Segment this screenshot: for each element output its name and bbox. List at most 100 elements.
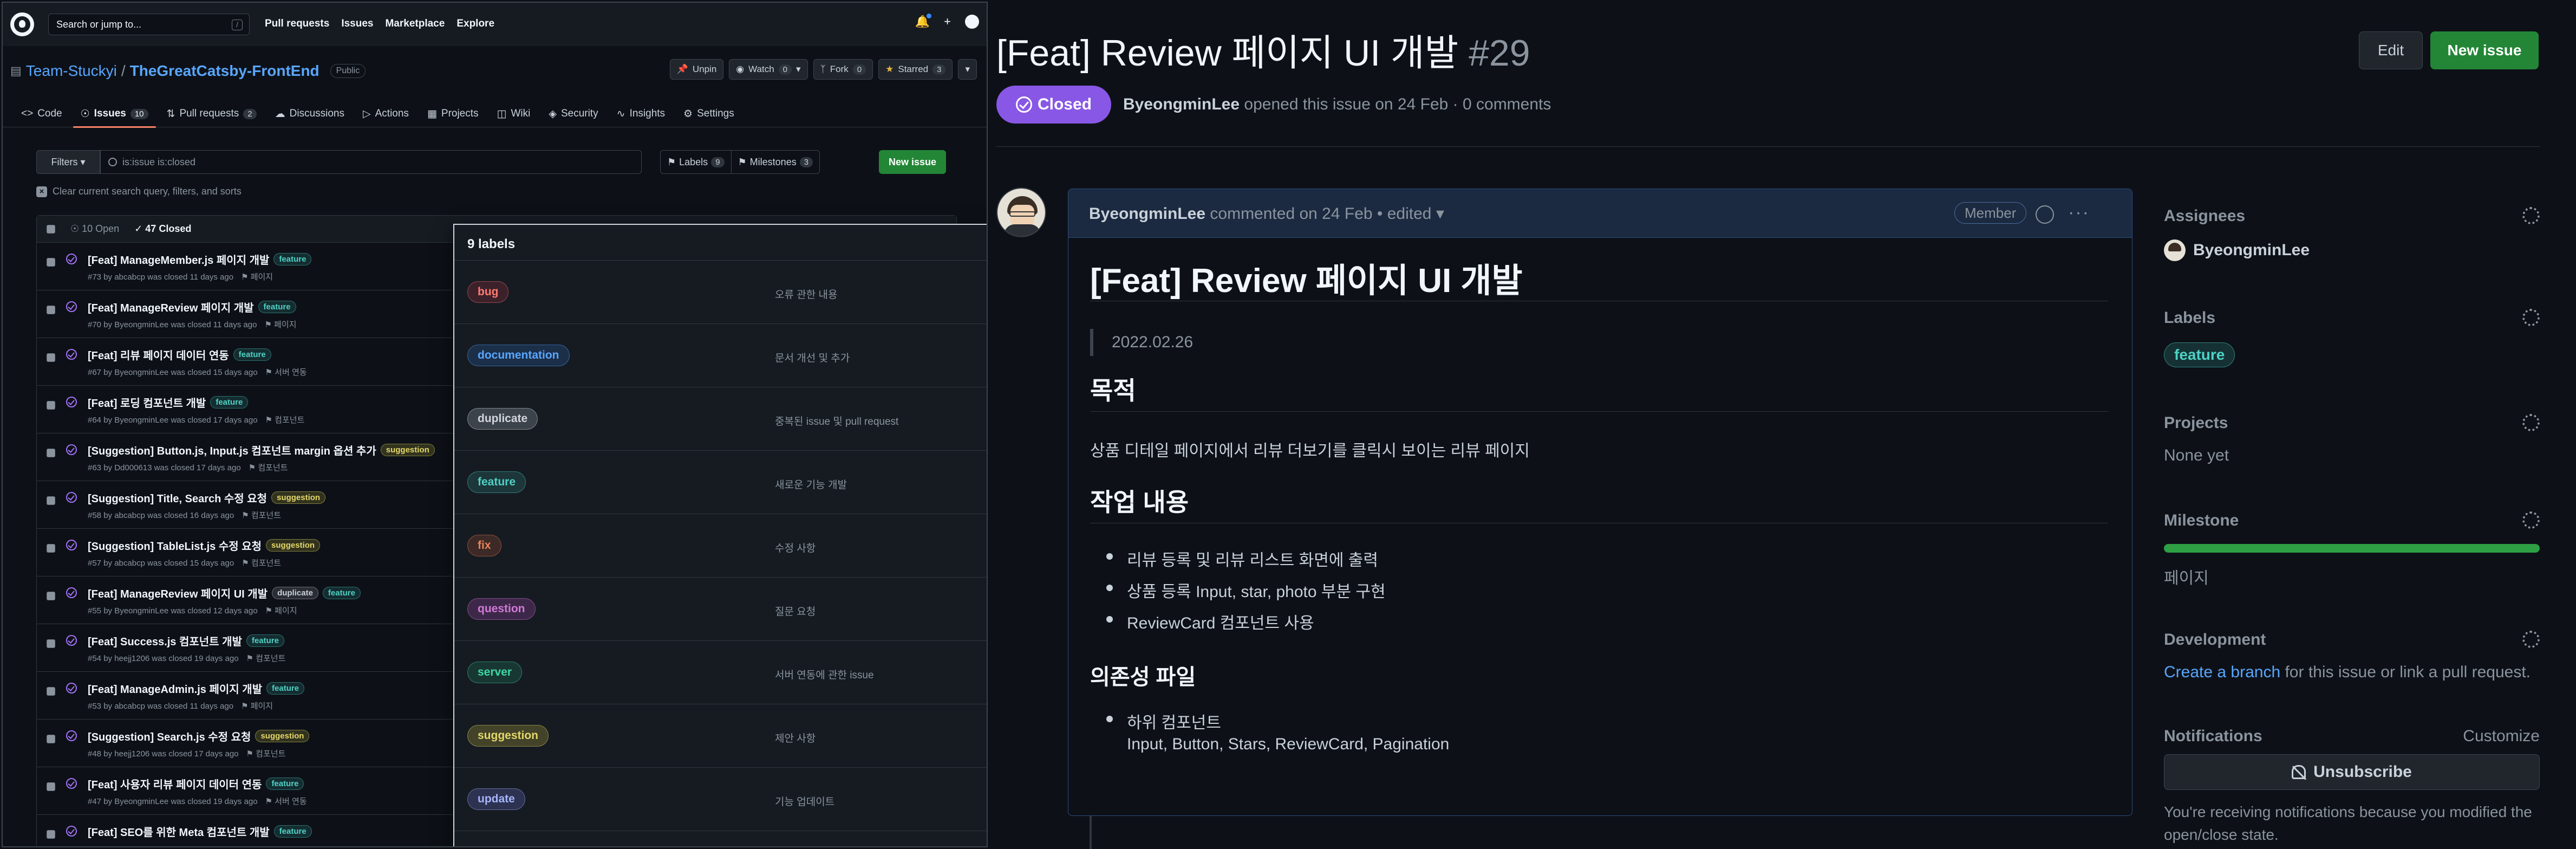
gear-icon[interactable] <box>2522 631 2540 648</box>
issue-milestone[interactable]: 컴포넌트 <box>251 559 281 568</box>
row-checkbox[interactable] <box>47 735 55 743</box>
issue-row-title[interactable]: [Feat] SEO를 위한 Meta 컴포넌트 개발 feature <box>88 824 312 839</box>
row-checkbox[interactable] <box>47 592 55 600</box>
open-count-toggle[interactable]: ☉ 10 Open <box>70 223 119 235</box>
star-list-dropdown[interactable]: ▾ <box>958 59 977 80</box>
comment-author-link[interactable]: ByeongminLee <box>1089 205 1205 223</box>
closed-count-toggle[interactable]: ✓ 47 Closed <box>134 223 191 235</box>
issue-label[interactable]: duplicate <box>272 587 318 599</box>
label-row[interactable]: question 질문 요청 <box>454 578 987 641</box>
label-row[interactable]: feature 새로운 기능 개발 <box>454 451 987 514</box>
issue-milestone[interactable]: 컴포넌트 <box>256 654 285 663</box>
issue-milestone[interactable]: 컴포넌트 <box>258 463 288 472</box>
gear-icon[interactable] <box>2522 207 2540 224</box>
issue-label[interactable]: feature <box>210 396 249 409</box>
new-issue-button[interactable]: New issue <box>879 150 947 174</box>
repo-owner-link[interactable]: Team-Stuckyi <box>26 62 117 80</box>
issue-label[interactable]: suggestion <box>255 730 310 742</box>
tab-actions[interactable]: ▷ Actions <box>355 100 416 127</box>
customize-link[interactable]: Customize <box>2463 727 2540 746</box>
row-checkbox[interactable] <box>47 496 55 505</box>
label-pill[interactable]: feature <box>467 471 526 493</box>
issue-label[interactable]: feature <box>273 253 312 265</box>
issue-label[interactable]: feature <box>233 348 271 361</box>
label-pill[interactable]: server <box>467 662 523 683</box>
new-issue-button[interactable]: New issue <box>2430 31 2539 69</box>
issue-label[interactable]: feature <box>266 777 304 790</box>
issue-milestone[interactable]: 컴포넌트 <box>251 511 281 520</box>
issue-row-title[interactable]: [Feat] 로딩 컴포넌트 개발 feature <box>88 394 249 410</box>
label-pill[interactable]: documentation <box>467 345 570 366</box>
label-row[interactable]: bug 오류 관한 내용 <box>454 261 987 324</box>
create-new-plus-icon[interactable]: + <box>944 15 951 29</box>
issue-row-title[interactable]: [Feat] 사용자 리뷰 페이지 데이터 연동 feature <box>88 776 304 792</box>
assignee-item[interactable]: ByeongminLee <box>2164 239 2310 261</box>
tab-issues[interactable]: ☉ Issues 10 <box>73 100 156 128</box>
label-feature[interactable]: feature <box>2164 342 2235 367</box>
row-checkbox[interactable] <box>47 830 55 839</box>
label-row[interactable]: update 기능 업데이트 <box>454 768 987 831</box>
issue-label[interactable]: feature <box>322 587 361 599</box>
label-row[interactable]: server 서버 연동에 관한 issue <box>454 641 987 704</box>
label-pill[interactable]: suggestion <box>467 725 549 747</box>
unpin-button[interactable]: 📌 Unpin <box>669 59 724 80</box>
issue-milestone[interactable]: 페이지 <box>275 606 297 615</box>
gear-icon[interactable] <box>2522 414 2540 431</box>
issue-row-title[interactable]: [Feat] Success.js 컴포넌트 개발 feature <box>88 633 284 649</box>
label-row[interactable]: fix 수정 사항 <box>454 514 987 578</box>
select-all-checkbox[interactable] <box>47 224 55 234</box>
label-pill[interactable]: fix <box>467 535 501 556</box>
issue-milestone[interactable]: 페이지 <box>274 320 296 329</box>
issue-row-title[interactable]: [Feat] ManageAdmin.js 페이지 개발 feature <box>88 681 305 696</box>
tab-pull-requests[interactable]: ⇅ Pull requests 2 <box>159 100 264 127</box>
tab-projects[interactable]: ▦ Projects <box>420 100 486 127</box>
issue-label[interactable]: feature <box>258 301 296 313</box>
issue-milestone[interactable]: 컴포넌트 <box>275 416 304 425</box>
global-search-input[interactable]: Search or jump to... / <box>48 14 250 35</box>
label-pill[interactable]: update <box>467 788 525 810</box>
nav-explore[interactable]: Explore <box>456 18 494 30</box>
tab-discussions[interactable]: ☁ Discussions <box>268 100 352 127</box>
issue-milestone[interactable]: 컴포넌트 <box>256 749 285 759</box>
issue-row-title[interactable]: [Feat] ManageReview 페이지 개발 feature <box>88 299 296 315</box>
row-checkbox[interactable] <box>47 782 55 791</box>
row-checkbox[interactable] <box>47 544 55 553</box>
unsubscribe-button[interactable]: Unsubscribe <box>2164 754 2540 790</box>
issue-row-title[interactable]: [Feat] ManageMember.js 페이지 개발 feature <box>88 251 312 267</box>
repo-name-link[interactable]: TheGreatCatsby-FrontEnd <box>130 62 319 80</box>
issue-label[interactable]: suggestion <box>266 539 321 552</box>
watch-button[interactable]: ◉ Watch 0 ▾ <box>729 59 808 80</box>
issue-row-title[interactable]: [Suggestion] Title, Search 수정 요청 suggesti… <box>88 490 326 505</box>
issue-label[interactable]: feature <box>266 682 305 695</box>
issue-label[interactable]: suggestion <box>380 444 435 456</box>
milestones-button[interactable]: ⚑ Milestones 3 <box>731 151 820 173</box>
more-options-icon[interactable]: ··· <box>2068 202 2090 223</box>
row-checkbox[interactable] <box>47 401 55 410</box>
issue-row-title[interactable]: [Suggestion] Button.js, Input.js 컴포넌트 ma… <box>88 442 435 458</box>
label-pill[interactable]: duplicate <box>467 408 538 430</box>
issue-row-title[interactable]: [Feat] ManageReview 페이지 UI 개발 duplicate fe… <box>88 585 361 601</box>
fork-button[interactable]: ᛉ Fork 0 <box>813 59 873 80</box>
issue-label[interactable]: feature <box>246 634 284 647</box>
issue-label[interactable]: suggestion <box>271 491 326 504</box>
issue-milestone[interactable]: 페이지 <box>251 702 273 711</box>
row-checkbox[interactable] <box>47 258 55 267</box>
filters-dropdown[interactable]: Filters ▾ <box>36 150 100 174</box>
chevron-down-icon[interactable]: ▾ <box>1436 205 1444 223</box>
tab-settings[interactable]: ⚙ Settings <box>676 100 742 127</box>
comment-author-avatar[interactable] <box>996 187 1046 237</box>
gear-icon[interactable] <box>2522 511 2540 529</box>
tab-wiki[interactable]: ◫ Wiki <box>490 100 538 127</box>
issue-row-title[interactable]: [Feat] 리뷰 페이지 데이터 연동 feature <box>88 347 271 362</box>
label-row[interactable]: duplicate 중복된 issue 및 pull request <box>454 387 987 451</box>
issue-author-link[interactable]: ByeongminLee <box>1123 95 1240 113</box>
tab-security[interactable]: ◈ Security <box>541 100 605 127</box>
clear-filters-link[interactable]: × Clear current search query, filters, a… <box>36 186 242 197</box>
label-pill[interactable]: question <box>467 598 536 620</box>
issue-milestone[interactable]: 서버 연동 <box>275 797 306 806</box>
milestone-link[interactable]: 페이지 <box>2164 565 2209 588</box>
row-checkbox[interactable] <box>47 687 55 696</box>
add-reaction-icon[interactable] <box>2036 205 2054 224</box>
issue-milestone[interactable]: 서버 연동 <box>275 368 306 377</box>
nav-marketplace[interactable]: Marketplace <box>385 18 445 30</box>
